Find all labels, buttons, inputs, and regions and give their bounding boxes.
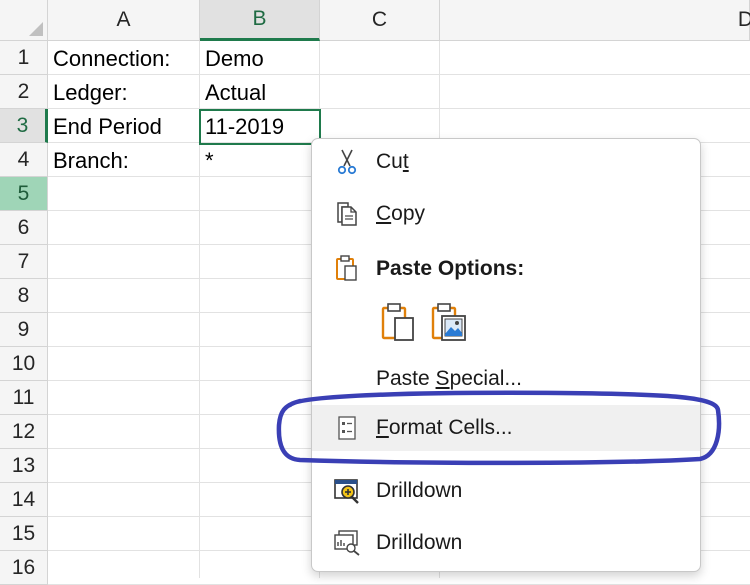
active-cell-cursor (199, 109, 323, 147)
row-header-2[interactable]: 2 (0, 75, 48, 109)
cell-b4[interactable]: * (200, 144, 320, 178)
row-header-7[interactable]: 7 (0, 245, 48, 279)
row-header-8[interactable]: 8 (0, 279, 48, 313)
row-header-4[interactable]: 4 (0, 143, 48, 177)
menu-item-drilldown-2-label: Drilldown (376, 531, 463, 554)
drilldown-chart-icon (332, 528, 362, 558)
paste-default-icon (380, 302, 416, 347)
cell-b2[interactable]: Actual (200, 76, 320, 110)
cell-b1[interactable]: Demo (200, 42, 320, 76)
row-header-13[interactable]: 13 (0, 449, 48, 483)
cell-a4[interactable]: Branch: (48, 144, 200, 178)
copy-icon (332, 199, 362, 229)
menu-item-drilldown-1-label: Drilldown (376, 479, 463, 502)
menu-item-drilldown-1[interactable]: Drilldown (312, 468, 700, 514)
row-header-6[interactable]: 6 (0, 211, 48, 245)
scissors-icon (332, 147, 362, 177)
format-cells-icon (332, 413, 362, 443)
menu-item-cut-label: Cut (376, 150, 409, 173)
cell-a3[interactable]: End Period (48, 110, 200, 144)
column-header-c[interactable]: C (320, 0, 440, 41)
menu-item-paste-special[interactable]: Paste Special... (312, 356, 700, 402)
paste-picture-button[interactable] (429, 302, 469, 347)
menu-item-paste-special-label: Paste Special... (376, 367, 522, 390)
paste-options-label: Paste Options: (376, 257, 525, 280)
menu-item-format-cells[interactable]: Format Cells... (312, 405, 700, 451)
paste-options-header: Paste Options: (312, 246, 700, 292)
paste-picture-icon (430, 302, 468, 347)
row-header-11[interactable]: 11 (0, 381, 48, 415)
column-header-b[interactable]: B (200, 0, 320, 41)
row-header-9[interactable]: 9 (0, 313, 48, 347)
menu-item-cut[interactable]: Cut (312, 139, 700, 185)
paste-icon (332, 254, 362, 284)
row-header-3[interactable]: 3 (0, 109, 48, 143)
context-menu: Cut Copy Paste Options: Paste Special...… (311, 138, 701, 572)
paste-default-button[interactable] (378, 302, 418, 347)
row-header-14[interactable]: 14 (0, 483, 48, 517)
row-header-5[interactable]: 5 (0, 177, 48, 211)
drilldown-zoom-icon (332, 476, 362, 506)
cell-a1[interactable]: Connection: (48, 42, 200, 76)
menu-item-copy-label: Copy (376, 202, 426, 225)
menu-item-copy[interactable]: Copy (312, 191, 700, 237)
row-header-12[interactable]: 12 (0, 415, 48, 449)
row-header-16[interactable]: 16 (0, 551, 48, 585)
row-header-10[interactable]: 10 (0, 347, 48, 381)
row-header-1[interactable]: 1 (0, 41, 48, 75)
column-header-d-label: D (737, 8, 750, 31)
row-header-15[interactable]: 15 (0, 517, 48, 551)
menu-item-format-cells-label: Format Cells... (376, 416, 513, 439)
select-all-corner[interactable] (0, 0, 48, 41)
cell-a2[interactable]: Ledger: (48, 76, 200, 110)
column-header-a[interactable]: A (48, 0, 200, 41)
column-header-d[interactable]: D (440, 0, 750, 41)
menu-item-drilldown-2[interactable]: Drilldown (312, 520, 700, 566)
